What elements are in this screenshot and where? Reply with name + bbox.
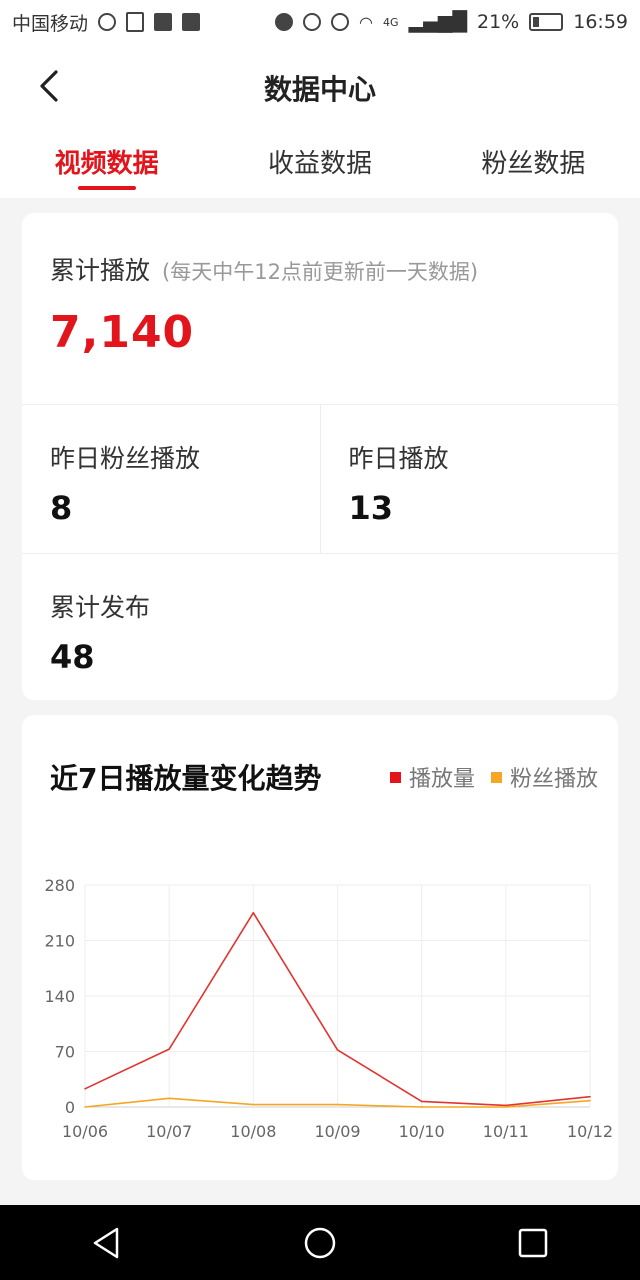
- x-tick-label: 10/08: [230, 1122, 276, 1141]
- data-point-fan-plays: [589, 1099, 591, 1102]
- legend-label-plays: 播放量: [408, 767, 475, 792]
- y-tick-label: 140: [44, 987, 75, 1006]
- legend-label-fan-plays: 粉丝播放: [509, 767, 598, 792]
- y-tick-label: 280: [44, 876, 75, 895]
- eye-comfort-icon: [331, 13, 350, 31]
- battery-icon: [529, 13, 564, 31]
- sd-card-icon: [182, 13, 201, 31]
- total-plays-section: 累计播放 (每天中午12点前更新前一天数据) 7,140: [22, 213, 618, 405]
- data-point-plays: [505, 1104, 507, 1107]
- image-icon: [154, 13, 173, 31]
- alarm-icon: [303, 13, 322, 31]
- line-chart: 0 70 140 210 280 10/06 10/07 10/08 10/09 10/10 10/…: [44, 876, 613, 1141]
- yesterday-stats-row: 昨日粉丝播放 8 昨日播放 13: [22, 405, 618, 554]
- data-point-fan-plays: [252, 1103, 255, 1106]
- yesterday-plays-label: 昨日播放: [348, 444, 449, 473]
- carrier-label: 中国移动: [12, 12, 89, 35]
- x-tick-label: 10/10: [399, 1122, 445, 1141]
- tab-revenue-data[interactable]: 收益数据: [213, 130, 426, 198]
- document-icon: [126, 12, 145, 32]
- battery-percent: 21%: [477, 11, 520, 33]
- data-point-plays: [168, 1048, 170, 1050]
- legend-swatch-plays: [389, 771, 401, 783]
- total-plays-value: 7,140: [50, 307, 195, 358]
- search-icon: [98, 13, 117, 31]
- yesterday-fan-plays-label: 昨日粉丝播放: [50, 444, 201, 473]
- x-tick-label: 10/06: [62, 1122, 108, 1141]
- total-published-label: 累计发布: [50, 593, 151, 622]
- total-published-cell: 累计发布 48: [22, 554, 618, 700]
- y-tick-label: 70: [55, 1043, 75, 1062]
- chart-title: 近7日播放量变化趋势: [50, 762, 322, 795]
- wifi-icon: ◠: [359, 12, 374, 32]
- summary-card: 累计播放 (每天中午12点前更新前一天数据) 7,140 昨日粉丝播放 8 昨日播…: [22, 213, 618, 700]
- app-header: 数据中心: [0, 44, 640, 130]
- tab-fans-data[interactable]: 粉丝数据: [427, 130, 640, 198]
- total-published-value: 48: [50, 638, 95, 676]
- data-point-plays: [336, 1049, 339, 1051]
- legend-swatch-fan-plays: [490, 771, 502, 783]
- yesterday-plays-value: 13: [348, 489, 394, 527]
- trend-chart-card: 近7日播放量变化趋势 播放量 粉丝播放 0 70 140 210 280 10/06 10/…: [22, 715, 618, 1180]
- chart-legend: 播放量 粉丝播放: [389, 761, 598, 793]
- data-point-plays: [252, 911, 255, 914]
- network-type: 4G: [383, 15, 399, 29]
- yesterday-fan-plays-cell: 昨日粉丝播放 8: [22, 405, 320, 553]
- x-tick-label: 10/12: [567, 1122, 613, 1141]
- x-tick-label: 10/11: [483, 1122, 529, 1141]
- system-nav-bar: [0, 1205, 640, 1280]
- signal-icon: ▂▄▆█: [408, 11, 467, 33]
- nav-home-icon[interactable]: [300, 1223, 340, 1263]
- page-title: 数据中心: [263, 73, 376, 106]
- data-point-plays: [84, 1087, 86, 1090]
- x-tick-label: 10/07: [146, 1122, 192, 1141]
- data-point-plays: [420, 1100, 423, 1103]
- data-point-fan-plays: [84, 1106, 86, 1108]
- total-plays-label: 累计播放: [50, 256, 151, 285]
- data-point-fan-plays: [505, 1106, 507, 1108]
- yesterday-plays-cell: 昨日播放 13: [319, 405, 619, 553]
- total-plays-note: (每天中午12点前更新前一天数据): [162, 260, 479, 284]
- data-point-fan-plays: [336, 1103, 339, 1106]
- data-point-fan-plays: [420, 1106, 423, 1108]
- x-tick-label: 10/09: [314, 1122, 360, 1141]
- yesterday-fan-plays-value: 8: [50, 489, 73, 527]
- legend-item-fan-plays: 粉丝播放: [490, 761, 598, 793]
- clock: 16:59: [573, 11, 628, 33]
- tab-bar: 视频数据 收益数据 粉丝数据: [0, 130, 640, 198]
- data-point-plays: [589, 1095, 591, 1098]
- legend-item-plays: 播放量: [389, 761, 475, 793]
- nav-back-icon[interactable]: [87, 1223, 127, 1263]
- nav-recents-icon[interactable]: [513, 1223, 553, 1263]
- status-bar: 中国移动 ◠ 4G ▂▄▆█ 21% 16:59: [0, 0, 640, 44]
- do-not-disturb-icon: [275, 13, 294, 31]
- y-tick-label: 0: [65, 1098, 75, 1117]
- data-point-fan-plays: [168, 1097, 170, 1100]
- y-tick-label: 210: [44, 932, 75, 951]
- tab-video-data[interactable]: 视频数据: [0, 130, 213, 198]
